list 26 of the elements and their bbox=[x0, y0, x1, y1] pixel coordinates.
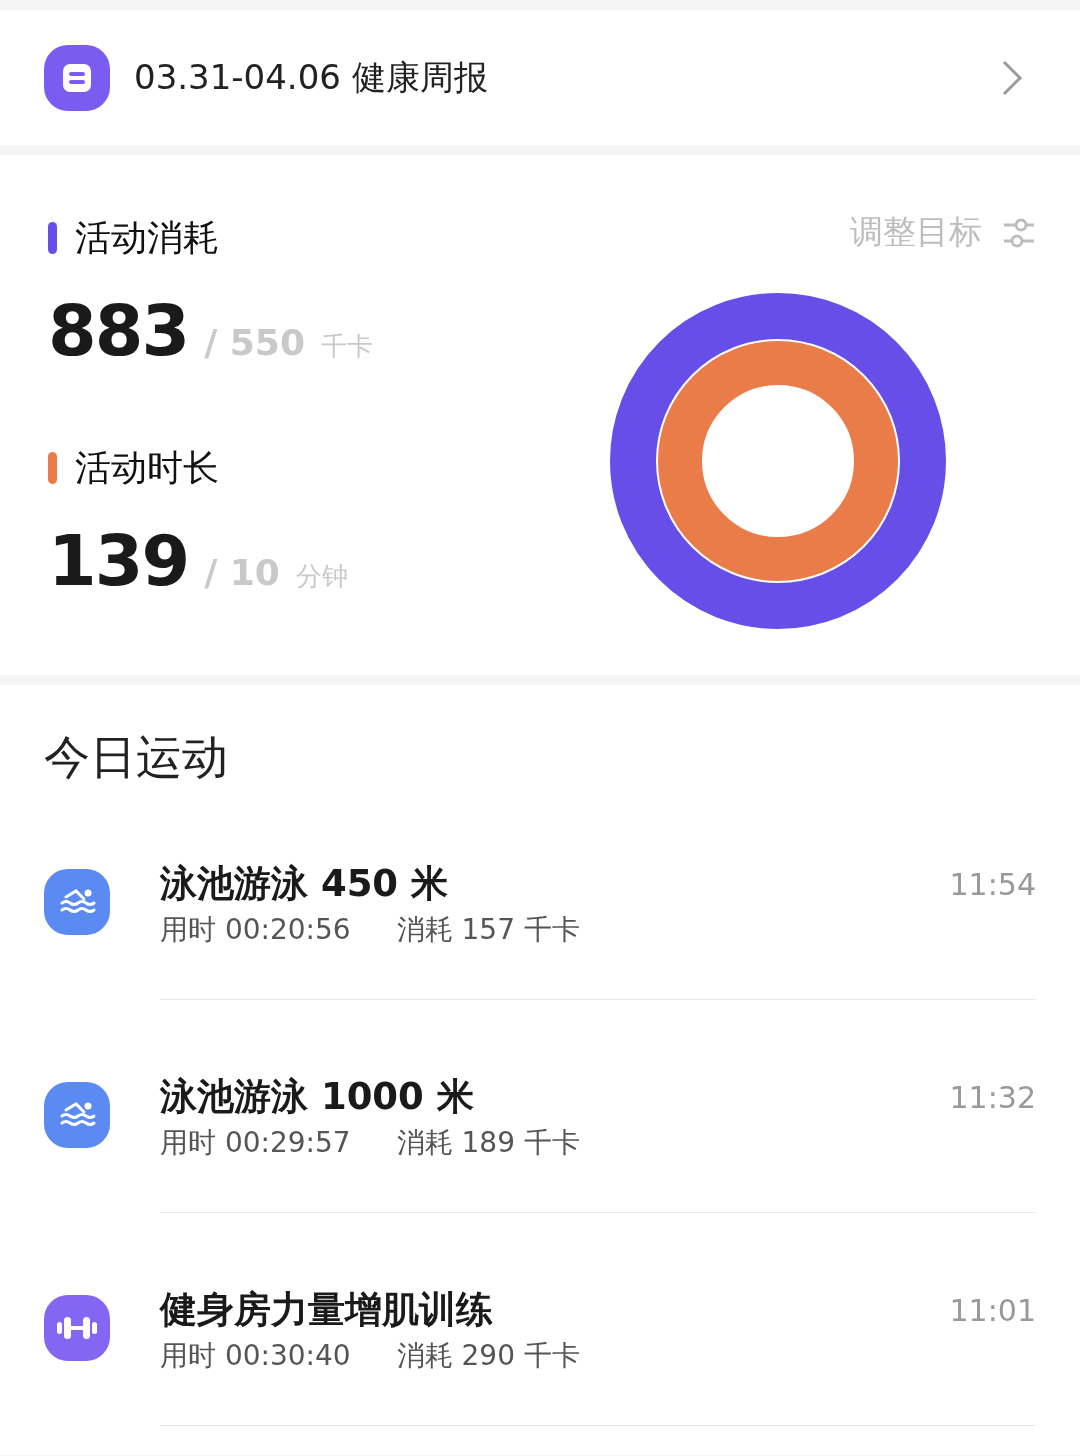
activity-name: 泳池游泳 450 米 bbox=[160, 861, 449, 907]
activity-duration: 用时 00:30:40 bbox=[160, 1338, 351, 1374]
activity-time: 11:32 bbox=[949, 1080, 1036, 1117]
activity-duration: 用时 00:20:56 bbox=[160, 912, 351, 948]
metric-value: 883 bbox=[48, 290, 189, 372]
report-row[interactable]: 03.31-04.06 健康周报 bbox=[0, 10, 1080, 145]
activity-time: 11:54 bbox=[949, 867, 1036, 904]
activity-item[interactable]: 健身房力量增肌训练 用时 00:30:40 消耗 290 千卡 11:01 bbox=[44, 1285, 1036, 1455]
activity-name: 泳池游泳 1000 米 bbox=[160, 1074, 475, 1120]
report-icon bbox=[44, 44, 110, 111]
activity-calories: 消耗 157 千卡 bbox=[396, 912, 580, 948]
swimmer-icon bbox=[44, 1082, 110, 1148]
metric-label: 活动消耗 bbox=[75, 215, 219, 260]
metric-label: 活动时长 bbox=[75, 445, 219, 490]
activity-calories: 消耗 189 千卡 bbox=[396, 1125, 580, 1161]
activity-item[interactable]: 泳池游泳 450 米 用时 00:20:56 消耗 157 千卡 11:54 bbox=[44, 859, 1036, 1072]
metric-value: 139 bbox=[48, 520, 189, 602]
activity-calories: 消耗 290 千卡 bbox=[396, 1338, 580, 1374]
dumbbell-icon bbox=[44, 1295, 110, 1361]
activity-time: 11:01 bbox=[949, 1293, 1036, 1330]
report-title: 03.31-04.06 健康周报 bbox=[134, 55, 489, 99]
section-title: 今日运动 bbox=[44, 729, 229, 786]
activity-item[interactable]: 泳池游泳 1000 米 用时 00:29:57 消耗 189 千卡 11:32 bbox=[44, 1072, 1036, 1285]
swimmer-icon bbox=[44, 869, 110, 935]
activity-duration: 用时 00:29:57 bbox=[160, 1125, 351, 1161]
activity-name: 健身房力量增肌训练 bbox=[160, 1287, 494, 1333]
